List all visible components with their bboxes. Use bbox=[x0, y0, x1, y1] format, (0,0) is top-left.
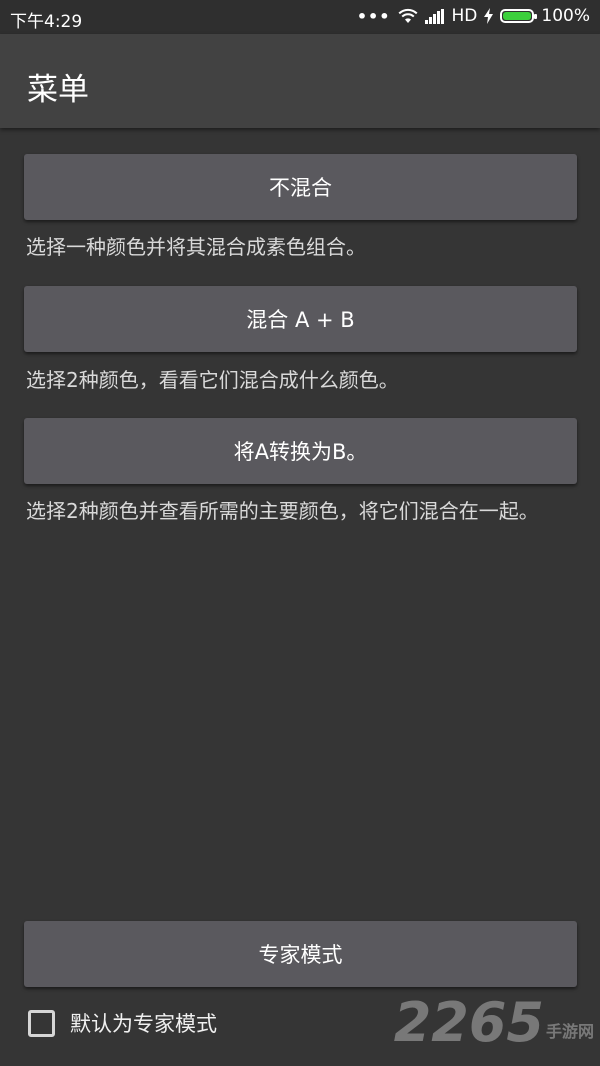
convert-a-to-b-button[interactable]: 将A转换为B。 bbox=[24, 418, 577, 484]
default-expert-mode-label[interactable]: 默认为专家模式 bbox=[70, 1008, 217, 1038]
convert-a-to-b-description: 选择2种颜色并查看所需的主要颜色，将它们混合在一起。 bbox=[26, 499, 539, 523]
app-bar: 菜单 bbox=[0, 34, 600, 128]
cellular-signal-icon bbox=[424, 8, 444, 24]
screen: 下午4:29 ••• HD 100% 菜单 不混合 选择一种颜色并将其混合成素色… bbox=[0, 0, 600, 1066]
more-notifications-icon: ••• bbox=[356, 6, 391, 26]
charging-icon bbox=[484, 8, 494, 24]
status-icons: ••• HD 100% bbox=[357, 6, 590, 26]
battery-percentage: 100% bbox=[541, 6, 590, 26]
mix-a-b-button[interactable]: 混合 A + B bbox=[24, 286, 577, 352]
watermark-logo: 2265 手游网 bbox=[394, 996, 594, 1050]
no-mix-button[interactable]: 不混合 bbox=[24, 154, 577, 220]
status-time: 下午4:29 bbox=[10, 12, 83, 32]
network-type-label: HD bbox=[451, 6, 478, 26]
status-bar: 下午4:29 ••• HD 100% bbox=[0, 0, 600, 34]
battery-level-fill bbox=[503, 12, 532, 20]
expert-mode-button[interactable]: 专家模式 bbox=[24, 921, 577, 987]
wifi-icon bbox=[398, 8, 418, 23]
default-expert-mode-checkbox[interactable] bbox=[28, 1009, 55, 1037]
battery-icon bbox=[500, 9, 538, 23]
no-mix-description: 选择一种颜色并将其混合成素色组合。 bbox=[26, 235, 366, 259]
watermark-number: 2265 bbox=[393, 991, 544, 1054]
mix-a-b-description: 选择2种颜色，看看它们混合成什么颜色。 bbox=[26, 368, 399, 392]
default-expert-mode-row[interactable]: 默认为专家模式 bbox=[28, 1008, 217, 1038]
watermark-text: 手游网 bbox=[545, 1022, 594, 1041]
page-title: 菜单 bbox=[27, 72, 89, 108]
